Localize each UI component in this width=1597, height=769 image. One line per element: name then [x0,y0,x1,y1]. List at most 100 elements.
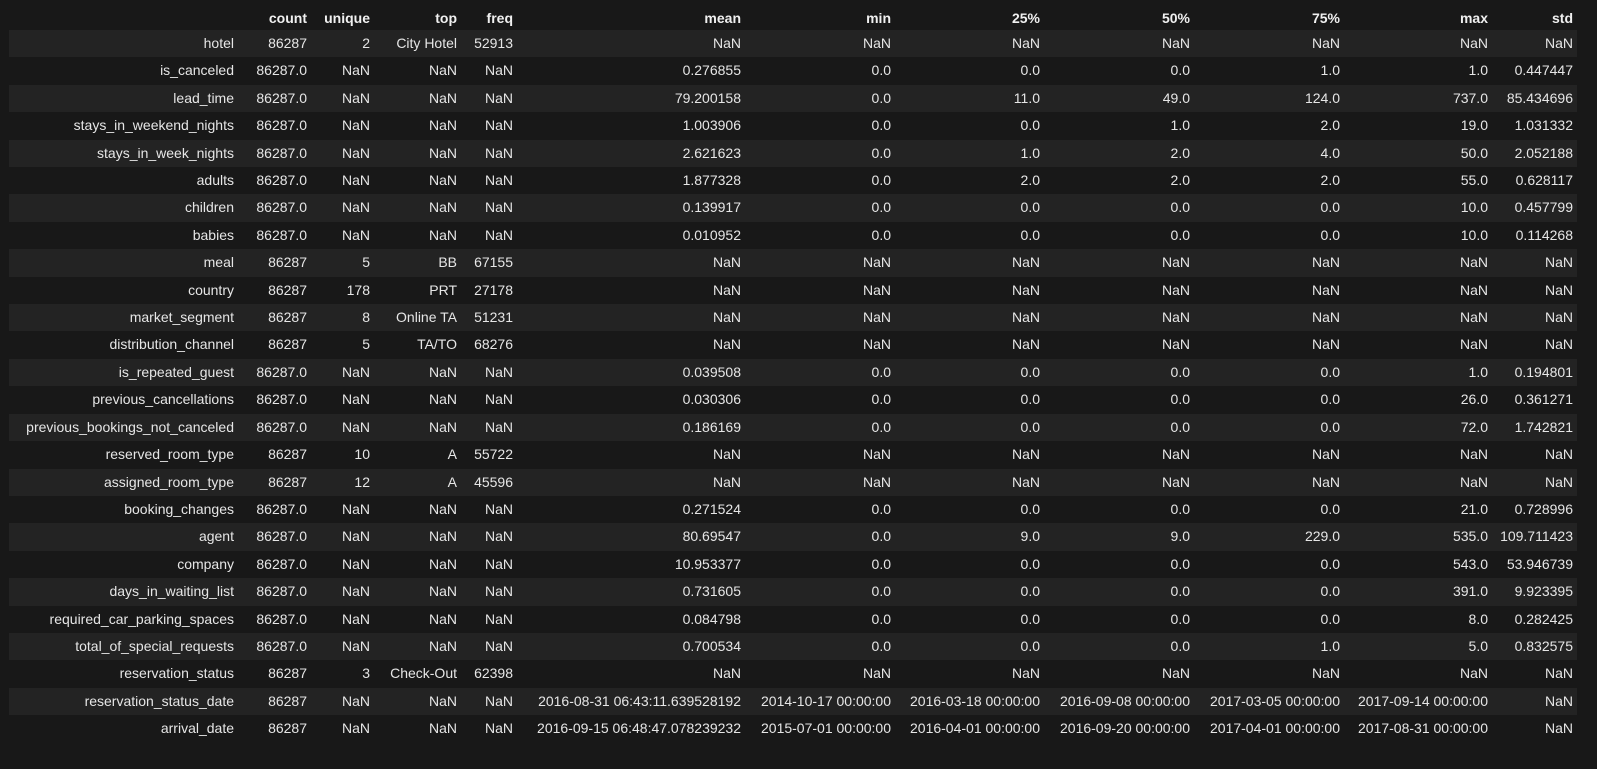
table-cell: 0.030306 [682,391,741,408]
table-cell: 0.039508 [682,363,741,380]
table-cell: 0.0 [871,500,891,517]
row-index-label: reservation_status_date [84,692,234,709]
table-cell: 535.0 [1452,528,1488,545]
table-cell: 86287.0 [256,418,307,435]
table-cell: 0.0 [871,62,891,79]
table-row: stays_in_week_nights 86287.0 NaN NaN NaN 2.62… [9,139,1577,168]
table-cell: NaN [712,336,741,353]
table-row: stays_in_weekend_nights 86287.0 NaN NaN NaN 1… [9,112,1577,140]
table-cell: NaN [484,418,513,435]
table-cell: 0.0 [871,144,891,161]
table-cell: BB [438,254,457,271]
table-cell: NaN [428,692,457,709]
table-cell: 0.0 [871,391,891,408]
row-index-label: is_repeated_guest [118,363,234,380]
table-cell: 79.200158 [674,89,741,106]
table-cell: NaN [341,418,370,435]
table-cell: NaN [341,363,370,380]
table-cell: NaN [484,89,513,106]
table-cell: 2016-04-01 00:00:00 [910,720,1040,737]
table-cell: 0.0 [1020,62,1040,79]
table-cell: 86287.0 [256,89,307,106]
table-cell: NaN [862,446,891,463]
table-cell: 0.0 [1020,363,1040,380]
table-cell: 0.0 [1170,363,1190,380]
table-cell: 67155 [474,254,513,271]
table-cell: 1.0 [1170,117,1190,134]
table-cell: 0.0 [1170,555,1190,572]
table-cell: NaN [1161,446,1190,463]
table-cell: 0.628117 [1515,172,1573,189]
table-cell: NaN [1011,309,1040,326]
table-cell: 0.0 [1320,583,1340,600]
table-cell: 86287.0 [256,555,307,572]
row-index-label: meal [203,254,234,271]
table-cell: NaN [1311,665,1340,682]
table-cell: 2017-04-01 00:00:00 [1210,720,1340,737]
table-cell: NaN [1459,309,1488,326]
table-cell: NaN [1311,254,1340,271]
table-cell: NaN [428,555,457,572]
table-cell: 50.0 [1460,144,1488,161]
table-cell: NaN [712,473,741,490]
table-cell: NaN [428,363,457,380]
table-row: babies 86287.0 NaN NaN NaN 0.010952 0.0 0.0 0.0 0… [9,221,1577,250]
table-cell: 9.0 [1020,528,1040,545]
table-cell: NaN [712,665,741,682]
table-cell: 1.031332 [1514,117,1573,134]
table-cell: 86287.0 [256,363,307,380]
table-cell: 86287.0 [256,583,307,600]
table-cell: NaN [484,226,513,243]
table-cell: NaN [341,528,370,545]
table-row: company 86287.0 NaN NaN NaN 10.953377 0.0 0.0 0.… [9,550,1577,579]
table-cell: NaN [428,226,457,243]
table-cell: Check-Out [390,665,457,682]
table-cell: 2.052188 [1514,144,1573,161]
table-cell: NaN [428,500,457,517]
table-cell: NaN [1161,336,1190,353]
table-cell: 86287 [268,473,307,490]
table-row: meal 86287 5 BB 67155 NaN NaN NaN NaN NaN NaN NaN [9,249,1577,277]
table-cell: 86287 [268,35,307,51]
table-row: is_repeated_guest 86287.0 NaN NaN NaN 0.03950… [9,358,1577,387]
table-cell: 0.186169 [682,418,741,435]
table-cell: NaN [341,62,370,79]
index-header [9,6,238,30]
row-index-label: previous_bookings_not_canceled [26,418,234,435]
table-cell: 0.0 [1170,62,1190,79]
table-cell: NaN [1459,35,1488,51]
table-cell: NaN [1544,336,1573,353]
table-cell: NaN [341,500,370,517]
table-cell: NaN [1011,281,1040,298]
table-cell: TA/TO [417,336,457,353]
table-cell: 0.0 [1320,500,1340,517]
table-cell: 2016-09-20 00:00:00 [1060,720,1190,737]
table-cell: NaN [484,720,513,737]
table-cell: 86287.0 [256,226,307,243]
table-cell: NaN [484,610,513,627]
table-cell: 2.0 [1320,172,1340,189]
describe-table: count unique top freq mean min 25% 50% 75% max std… [9,6,1577,743]
table-cell: NaN [712,281,741,298]
table-cell: 0.0 [871,555,891,572]
table-cell: NaN [1161,309,1190,326]
table-cell: 0.0 [1170,610,1190,627]
table-cell: 0.832575 [1514,637,1573,654]
row-index-label: reserved_room_type [105,446,234,463]
table-cell: NaN [1311,336,1340,353]
table-cell: NaN [341,144,370,161]
table-cell: NaN [341,583,370,600]
table-cell: 8 [362,309,370,326]
table-cell: NaN [428,418,457,435]
dataframe-output: count unique top freq mean min 25% 50% 75% max std… [0,0,1597,743]
table-cell: 0.0 [1020,226,1040,243]
table-cell: NaN [428,610,457,627]
table-cell: NaN [428,391,457,408]
table-cell: 0.361271 [1514,391,1573,408]
table-cell: 0.010952 [682,226,741,243]
table-cell: NaN [1311,309,1340,326]
table-cell: 0.0 [871,89,891,106]
table-row: country 86287 178 PRT 27178 NaN NaN NaN NaN NaN Na… [9,276,1577,305]
column-header: freq [486,10,513,26]
table-cell: NaN [1459,446,1488,463]
